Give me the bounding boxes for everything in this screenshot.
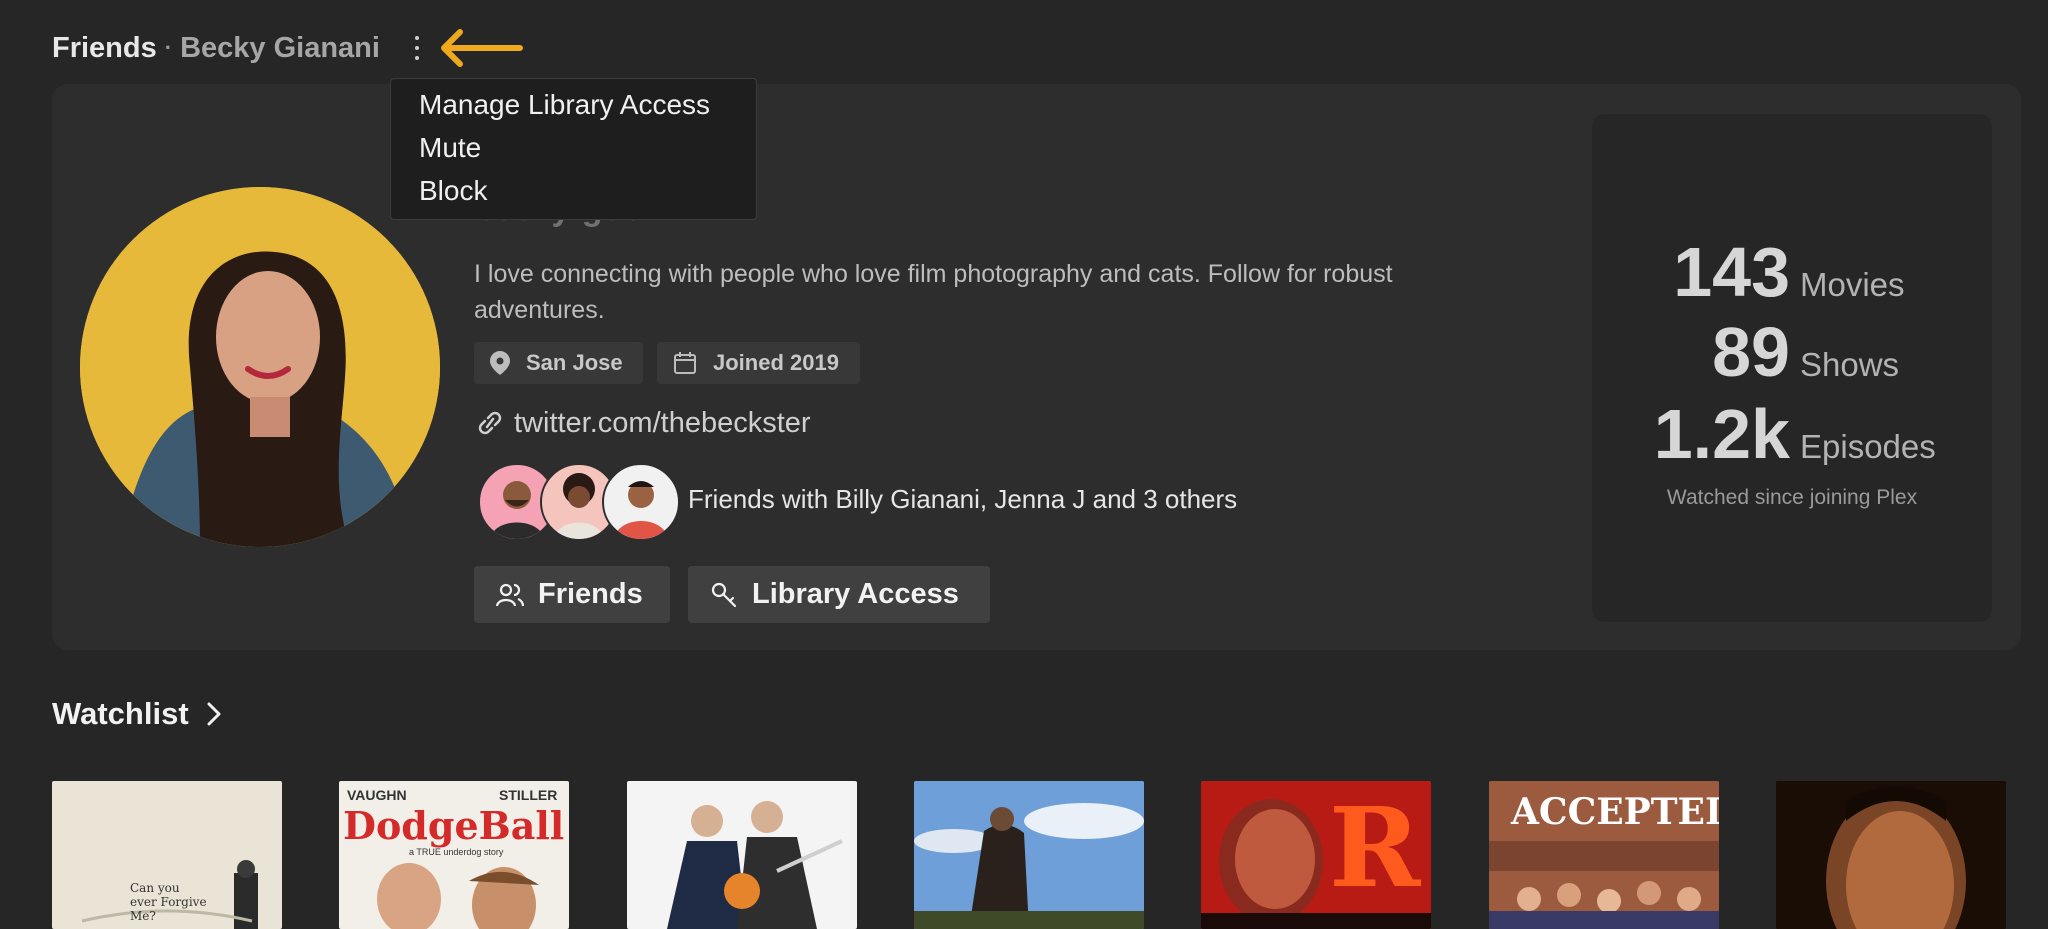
breadcrumb-friends-link[interactable]: Friends [52, 32, 157, 65]
poster-text: Can you ever Forgive Me? [130, 881, 207, 923]
watchlist-poster[interactable]: Can you ever Forgive Me? [52, 781, 282, 929]
joined-chip: Joined 2019 [657, 342, 860, 384]
breadcrumb-current-name: Becky Gianani [180, 31, 380, 64]
link-icon [478, 411, 502, 435]
stat-movies-label: Movies [1800, 266, 1905, 303]
stats-caption: Watched since joining Plex [1666, 486, 1918, 509]
poster-title: R [1329, 783, 1421, 912]
menu-item-mute[interactable]: Mute [419, 132, 481, 164]
menu-item-block[interactable]: Block [419, 175, 487, 207]
stat-episodes-count: 1.2k [1653, 395, 1790, 473]
key-icon [711, 582, 737, 607]
poster-title: ACCEPTED [1511, 791, 1719, 833]
profile-twitter-link[interactable]: twitter.com/thebeckster [474, 403, 811, 443]
library-access-button[interactable]: Library Access [688, 566, 990, 623]
stat-episodes-label: Episodes [1800, 428, 1936, 465]
watchlist-poster[interactable]: R [1201, 781, 1431, 929]
watchlist-poster[interactable] [627, 781, 857, 929]
location-chip: San Jose [474, 342, 643, 384]
joined-text: Joined 2019 [713, 350, 839, 375]
stat-movies-count: 143 [1673, 233, 1790, 311]
profile-bio: I love connecting with people who love f… [474, 260, 1393, 324]
stat-shows: 89 Shows [1592, 312, 1992, 392]
friends-button[interactable]: Friends [474, 566, 670, 623]
watchlist-poster[interactable] [914, 781, 1144, 929]
friends-button-label: Friends [538, 578, 643, 610]
calendar-icon [674, 352, 696, 374]
twitter-link-text: twitter.com/thebeckster [514, 406, 811, 439]
friend-avatar [602, 463, 680, 541]
watch-stats-card: 143 Movies 89 Shows 1.2k Episodes Watche… [1592, 114, 1992, 622]
more-options-menu: Manage Library Access Mute Block [390, 78, 757, 220]
breadcrumb: Friends · Becky Gianani [52, 28, 380, 68]
library-access-button-label: Library Access [752, 578, 959, 610]
stat-shows-count: 89 [1712, 313, 1790, 391]
arrow-left-icon [441, 29, 523, 67]
chevron-right-icon [207, 702, 221, 726]
watchlist-poster[interactable]: VAUGHN STILLER DodgeBall a TRUE underdog… [339, 781, 569, 929]
watchlist-poster[interactable] [1776, 781, 2006, 929]
watchlist-poster[interactable]: ACCEPTED [1489, 781, 1719, 929]
more-options-kebab-icon[interactable] [410, 36, 424, 60]
stat-episodes: 1.2k Episodes [1592, 394, 1992, 474]
location-pin-icon [490, 351, 510, 375]
breadcrumb-separator: · [164, 35, 173, 60]
location-text: San Jose [526, 350, 623, 375]
mutual-friends-avatars[interactable] [478, 463, 680, 541]
stat-movies: 143 Movies [1592, 232, 1992, 312]
mutual-friends-text: Friends with Billy Gianani, Jenna J and … [688, 484, 1238, 514]
friends-icon [496, 583, 524, 606]
watchlist-heading[interactable]: Watchlist [52, 696, 221, 732]
watchlist-title: Watchlist [52, 696, 189, 731]
stat-shows-label: Shows [1800, 346, 1900, 383]
menu-item-manage-library-access[interactable]: Manage Library Access [419, 89, 710, 121]
profile-avatar [80, 187, 440, 547]
